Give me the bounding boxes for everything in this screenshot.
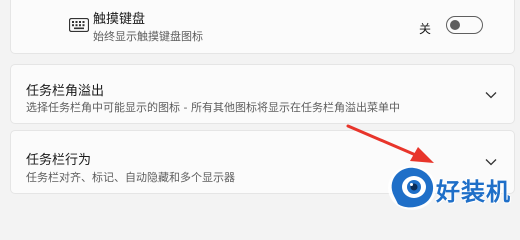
taskbar-corner-overflow-title: 任务栏角溢出 xyxy=(26,84,105,99)
settings-page: 触摸键盘 始终显示触摸键盘图标 关 任务栏角溢出 选择任务栏角中可能显示的图标 … xyxy=(0,0,520,215)
taskbar-corner-overflow-row[interactable]: 任务栏角溢出 选择任务栏角中可能显示的图标 - 所有其他图标将显示在任务栏角溢出… xyxy=(10,64,515,124)
keyboard-icon xyxy=(69,18,89,32)
touch-keyboard-subtitle: 始终显示触摸键盘图标 xyxy=(93,30,203,43)
taskbar-corner-overflow-subtitle: 选择任务栏角中可能显示的图标 - 所有其他图标将显示在任务栏角溢出菜单中 xyxy=(26,101,400,114)
taskbar-behaviors-subtitle: 任务栏对齐、标记、自动隐藏和多个显示器 xyxy=(26,171,235,184)
touch-keyboard-toggle[interactable] xyxy=(446,16,483,34)
touch-keyboard-title: 触摸键盘 xyxy=(93,12,146,27)
toggle-knob xyxy=(450,20,460,30)
taskbar-behaviors-title: 任务栏行为 xyxy=(26,153,92,168)
watermark-text: 好装机 xyxy=(436,178,511,206)
toggle-state-label: 关 xyxy=(419,22,432,36)
touch-keyboard-row: 触摸键盘 始终显示触摸键盘图标 关 xyxy=(10,0,515,54)
chevron-down-icon[interactable] xyxy=(485,91,497,99)
